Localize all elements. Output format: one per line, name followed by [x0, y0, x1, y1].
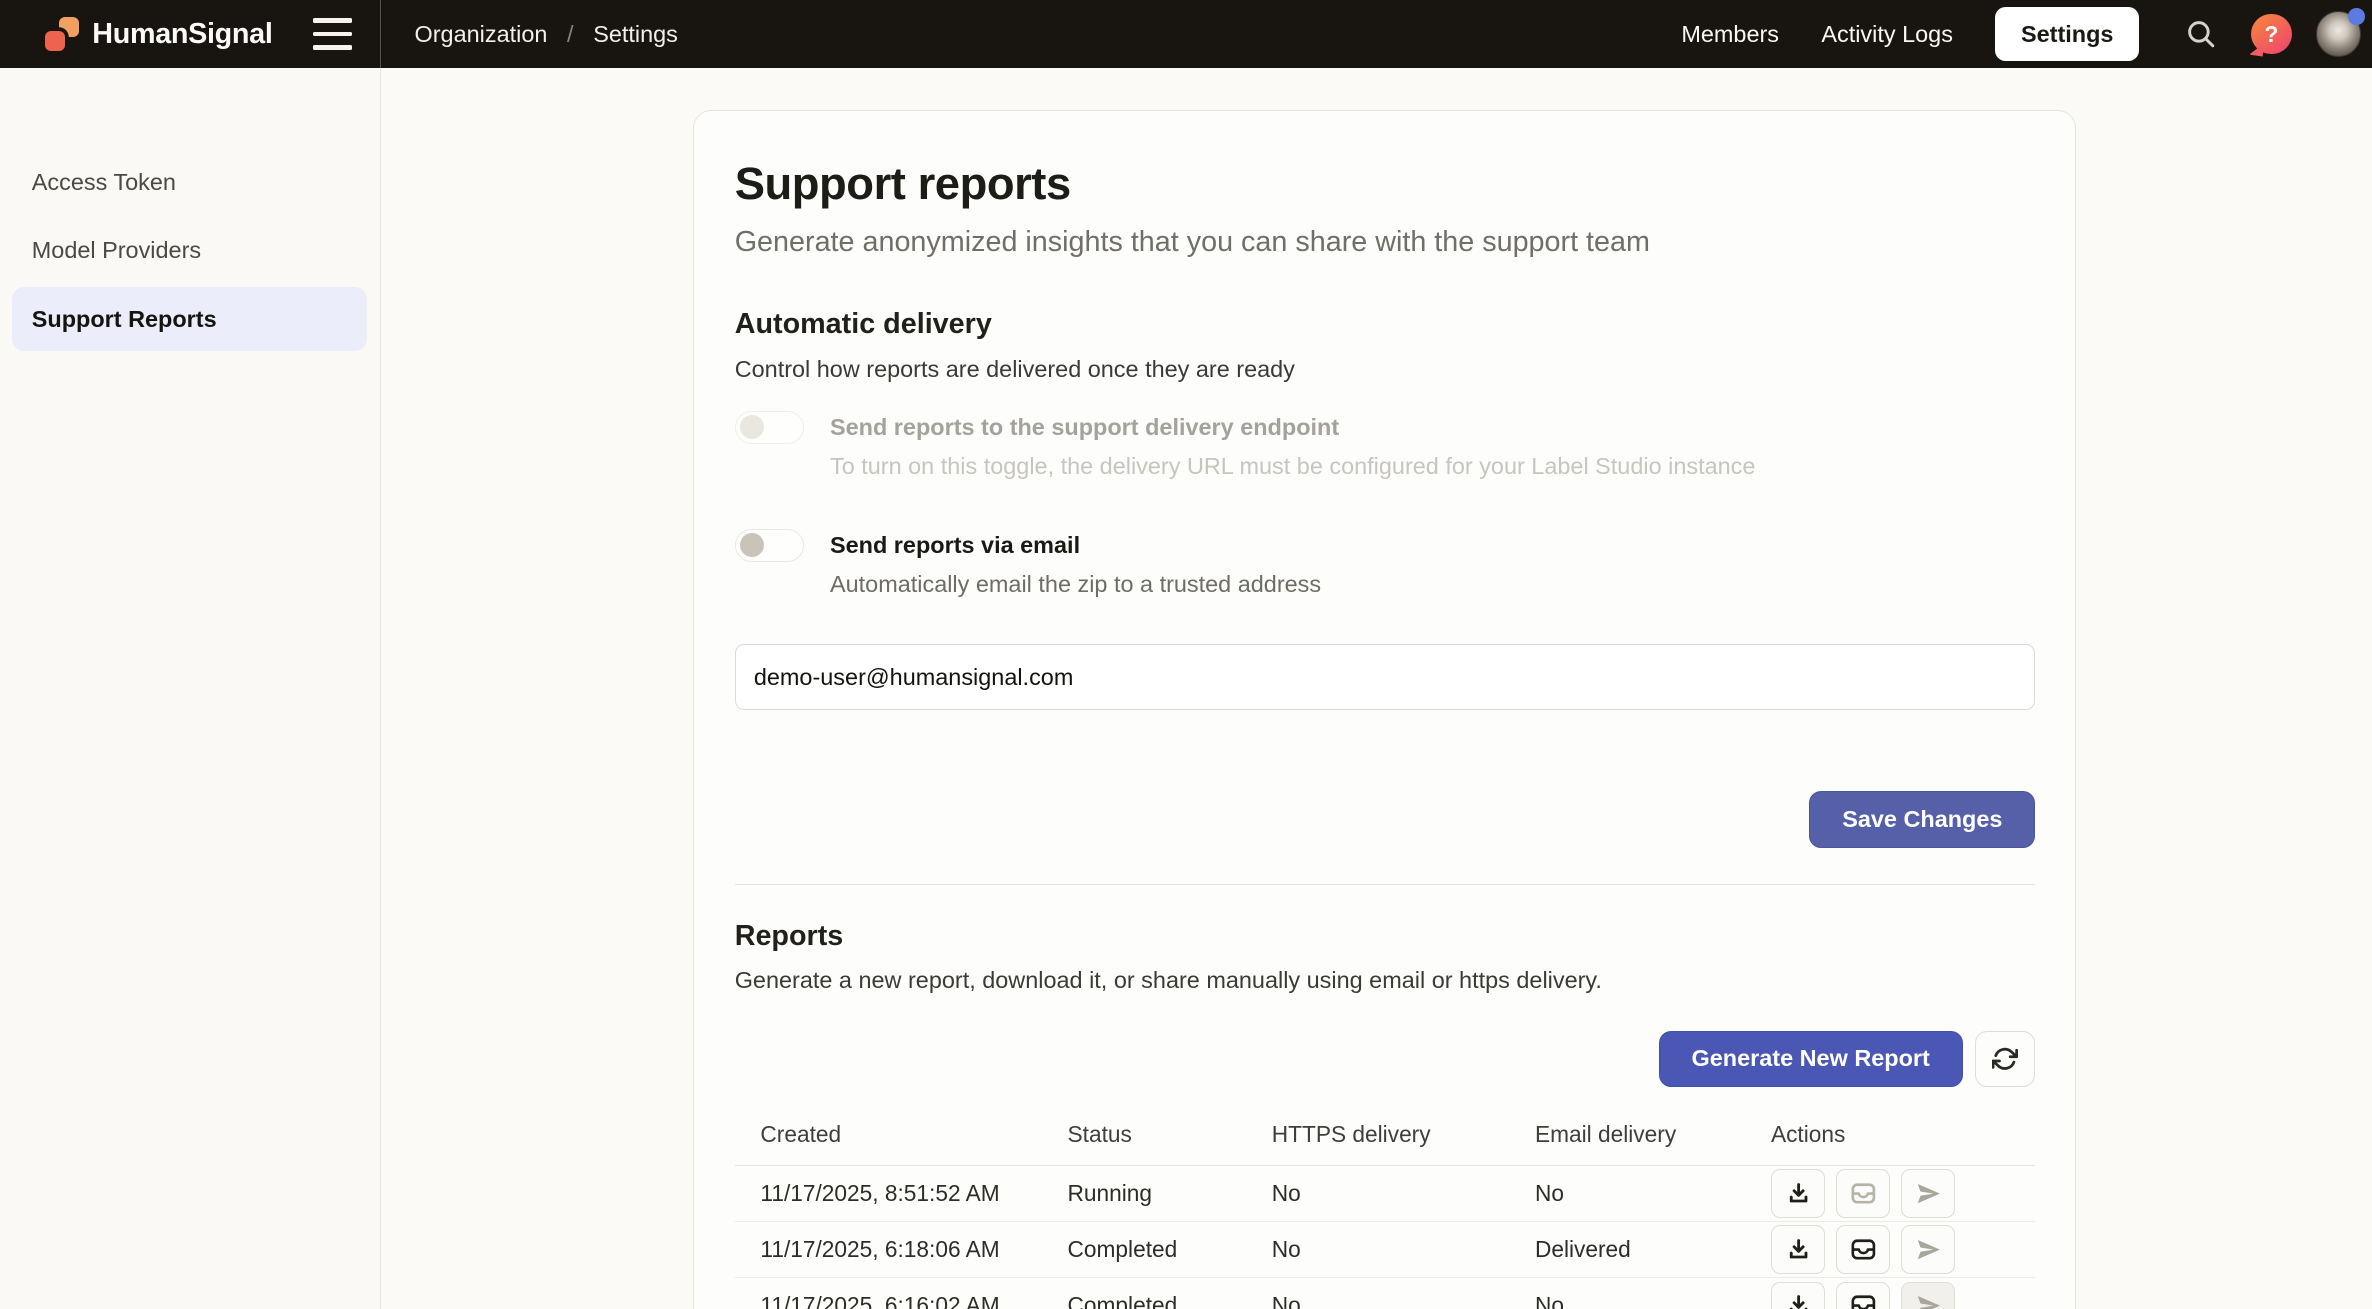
reports-heading: Reports [735, 920, 2036, 953]
breadcrumb-settings[interactable]: Settings [593, 21, 678, 48]
sidebar-item-support-reports[interactable]: Support Reports [12, 287, 367, 351]
automatic-delivery-description: Control how reports are delivered once t… [735, 355, 2036, 384]
trusted-email-input[interactable] [735, 644, 2036, 711]
send-report-button[interactable] [1901, 1169, 1955, 1217]
cell-https-delivery: No [1272, 1180, 1535, 1207]
https-delivery-toggle-row: Send reports to the support delivery end… [735, 411, 2036, 481]
page-title: Support reports [735, 157, 2036, 211]
brand-name: HumanSignal [92, 18, 272, 51]
email-report-button[interactable] [1836, 1225, 1890, 1273]
col-actions: Actions [1771, 1121, 2035, 1148]
cell-https-delivery: No [1272, 1292, 1535, 1308]
support-reports-card: Support reports Generate anonymized insi… [693, 110, 2076, 1308]
nav-members[interactable]: Members [1681, 21, 1779, 48]
cell-status: Completed [1068, 1292, 1272, 1308]
sidebar-item-model-providers[interactable]: Model Providers [32, 237, 201, 264]
menu-icon[interactable] [313, 18, 352, 50]
email-report-button[interactable] [1836, 1169, 1890, 1217]
section-divider [735, 884, 2036, 885]
https-delivery-toggle[interactable] [735, 411, 805, 444]
topnav: Members Activity Logs Settings ? [1681, 0, 2361, 68]
page-subtitle: Generate anonymized insights that you ca… [735, 225, 2036, 260]
download-icon [1785, 1180, 1812, 1207]
send-report-button[interactable] [1901, 1225, 1955, 1273]
table-header: Created Status HTTPS delivery Email deli… [735, 1121, 2036, 1166]
email-report-button[interactable] [1836, 1282, 1890, 1309]
search-icon[interactable] [2185, 18, 2217, 50]
download-report-button[interactable] [1771, 1169, 1825, 1217]
toggle-knob [740, 415, 764, 439]
send-icon [1915, 1180, 1942, 1207]
inbox-icon [1849, 1291, 1878, 1308]
generate-new-report-button[interactable]: Generate New Report [1659, 1031, 1963, 1087]
brand-logo[interactable]: HumanSignal [45, 0, 272, 68]
inbox-icon [1849, 1235, 1878, 1264]
humansignal-logo-icon [45, 17, 78, 50]
email-delivery-toggle-row: Send reports via email Automatically ema… [735, 529, 2036, 599]
nav-activity-logs[interactable]: Activity Logs [1821, 21, 1953, 48]
toggle-knob [740, 533, 764, 557]
breadcrumb-separator: / [567, 21, 574, 48]
cell-status: Running [1068, 1180, 1272, 1207]
col-status: Status [1068, 1121, 1272, 1148]
nav-settings-active[interactable]: Settings [1995, 7, 2139, 61]
sidebar-item-access-token[interactable]: Access Token [32, 169, 176, 196]
inbox-icon [1849, 1179, 1878, 1208]
download-icon [1785, 1292, 1812, 1308]
cell-created: 11/17/2025, 6:18:06 AM [735, 1236, 1068, 1263]
cell-created: 11/17/2025, 8:51:52 AM [735, 1180, 1068, 1207]
cell-status: Completed [1068, 1236, 1272, 1263]
settings-sidebar: Access Token Model Providers Support Rep… [0, 68, 381, 1308]
table-row: 11/17/2025, 6:18:06 AM Completed No Deli… [735, 1222, 2036, 1278]
automatic-delivery-heading: Automatic delivery [735, 308, 2036, 341]
email-delivery-toggle[interactable] [735, 529, 805, 562]
breadcrumb: Organization / Settings [415, 0, 678, 68]
send-icon [1915, 1292, 1942, 1308]
user-avatar[interactable] [2316, 11, 2361, 56]
status-dot [2348, 8, 2365, 25]
reports-description: Generate a new report, download it, or s… [735, 966, 2036, 995]
download-report-button[interactable] [1771, 1225, 1825, 1273]
cell-email-delivery: No [1535, 1292, 1771, 1308]
save-changes-button[interactable]: Save Changes [1809, 791, 2035, 848]
refresh-icon [1992, 1046, 2018, 1072]
email-delivery-toggle-helper: Automatically email the zip to a trusted… [830, 570, 1321, 599]
https-delivery-toggle-label: Send reports to the support delivery end… [830, 412, 1755, 442]
table-row: 11/17/2025, 8:51:52 AM Running No No [735, 1166, 2036, 1222]
refresh-reports-button[interactable] [1975, 1031, 2036, 1087]
cell-email-delivery: Delivered [1535, 1236, 1771, 1263]
topbar-divider [380, 0, 382, 68]
col-https-delivery: HTTPS delivery [1272, 1121, 1535, 1148]
https-delivery-toggle-helper: To turn on this toggle, the delivery URL… [830, 452, 1755, 481]
help-icon[interactable]: ? [2251, 14, 2292, 55]
download-icon [1785, 1236, 1812, 1263]
email-delivery-toggle-label: Send reports via email [830, 530, 1321, 560]
topbar: HumanSignal Organization / Settings Memb… [0, 0, 2372, 68]
cell-created: 11/17/2025, 6:16:02 AM [735, 1292, 1068, 1308]
send-report-button[interactable] [1901, 1282, 1955, 1309]
send-icon [1915, 1236, 1942, 1263]
breadcrumb-organization[interactable]: Organization [415, 21, 548, 48]
cell-email-delivery: No [1535, 1180, 1771, 1207]
col-email-delivery: Email delivery [1535, 1121, 1771, 1148]
col-created: Created [735, 1121, 1068, 1148]
table-row: 11/17/2025, 6:16:02 AM Completed No No [735, 1278, 2036, 1309]
cell-https-delivery: No [1272, 1236, 1535, 1263]
app-root: HumanSignal Organization / Settings Memb… [0, 0, 2372, 1309]
reports-table: Created Status HTTPS delivery Email deli… [735, 1121, 2036, 1308]
download-report-button[interactable] [1771, 1282, 1825, 1309]
